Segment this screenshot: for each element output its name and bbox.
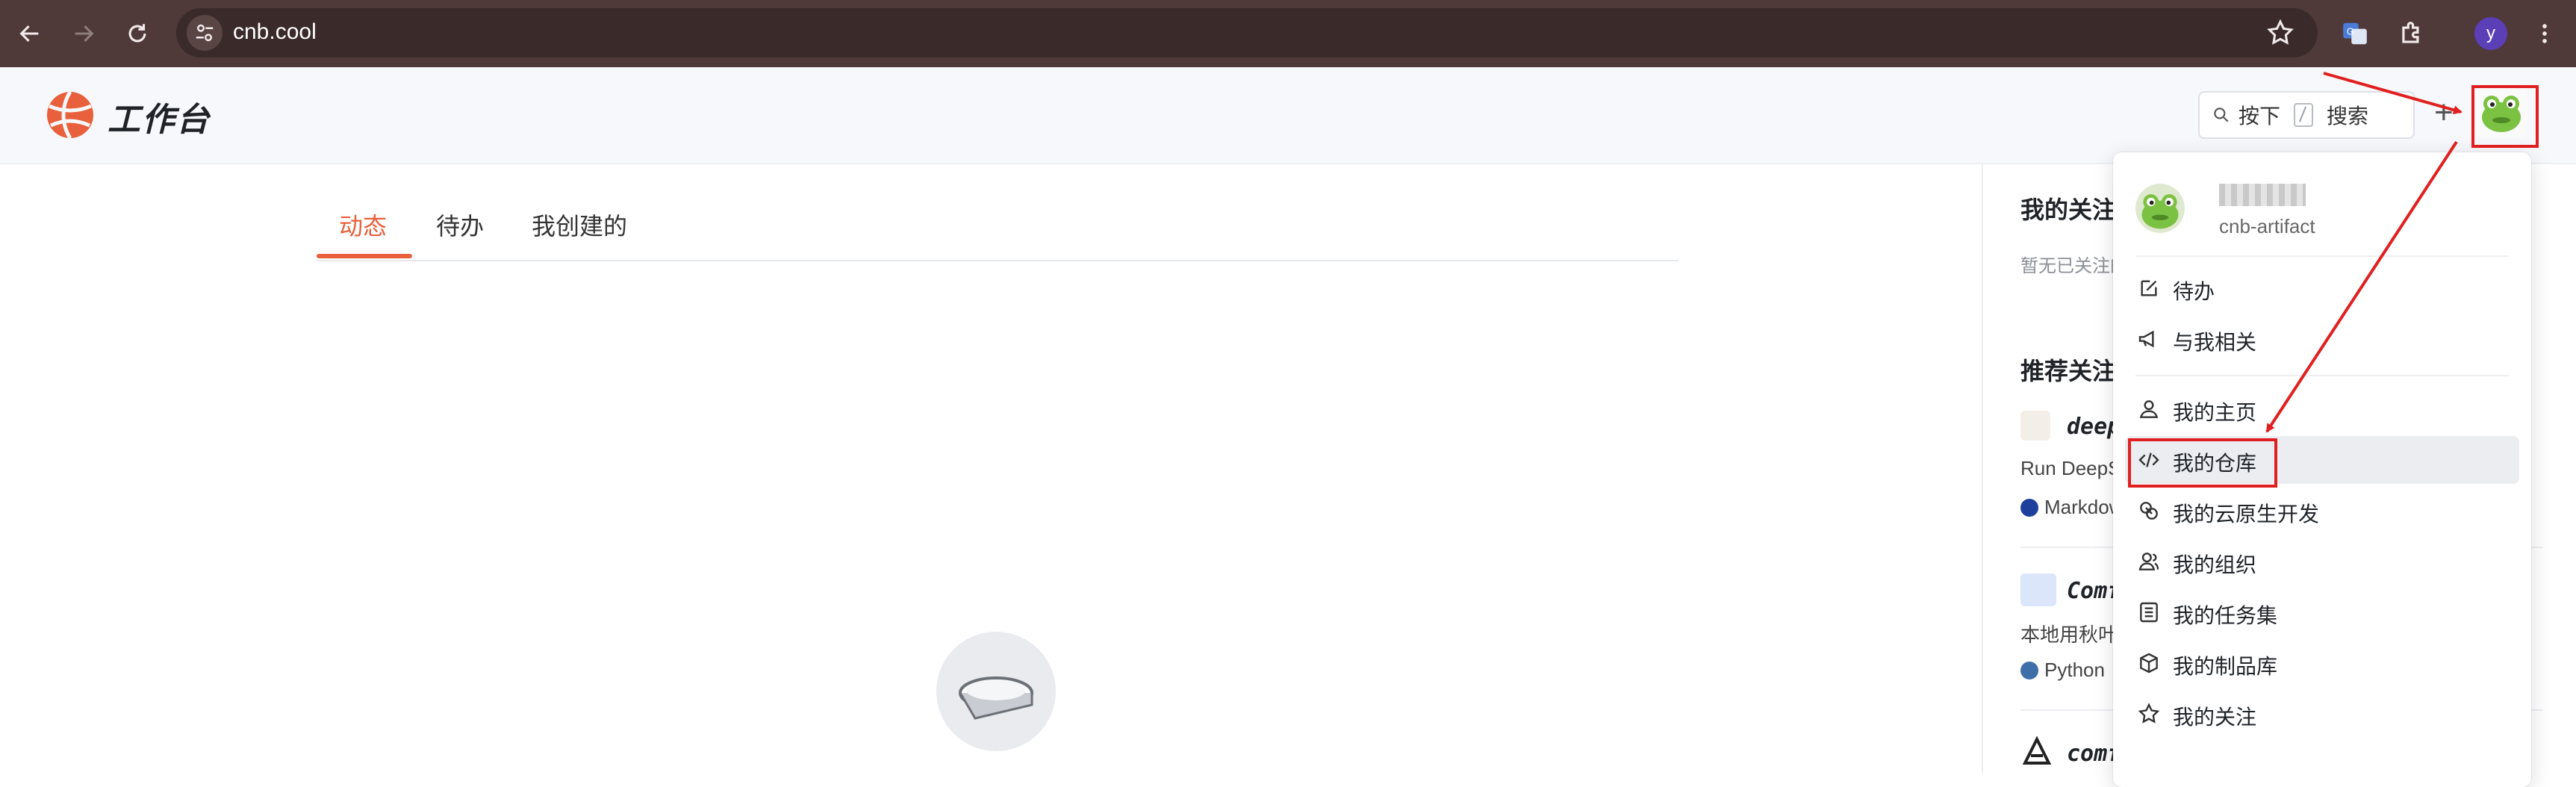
more-icon[interactable] — [2527, 16, 2563, 52]
star-icon — [2138, 703, 2160, 724]
url-text: cnb.cool — [233, 19, 317, 44]
google-translate-icon[interactable]: G — [2337, 16, 2373, 52]
search-prefix-label: 按下 — [2239, 105, 2281, 128]
blurred-username — [2219, 184, 2306, 206]
repo-lang: Python — [2044, 659, 2105, 681]
menu-item-organizations[interactable]: 我的组织 — [2125, 538, 2519, 585]
user-icon — [2139, 400, 2159, 418]
back-button[interactable] — [9, 13, 51, 55]
logo-title[interactable]: 工作台 — [108, 93, 211, 140]
repo-lang: Markdow — [2044, 496, 2124, 518]
following-empty-text: 暂无已关注的 — [2020, 256, 2128, 276]
menu-item-following[interactable]: 我的关注 — [2125, 690, 2519, 738]
recommend-title: 推荐关注 — [2020, 358, 2117, 385]
forward-button[interactable] — [63, 13, 105, 55]
profile-icon[interactable]: y — [2474, 17, 2507, 50]
menu-item-label: 我的云原生开发 — [2173, 503, 2320, 526]
user-handle: cnb-artifact — [2219, 215, 2315, 237]
tab-todo[interactable]: 待办 — [436, 208, 484, 242]
menu-item-label: 与我相关 — [2173, 331, 2257, 354]
annotation-avatar-highlight — [2471, 85, 2539, 148]
create-button[interactable]: + — [2434, 94, 2454, 131]
menu-item-label: 我的制品库 — [2173, 655, 2278, 678]
empty-state-illustration — [936, 632, 1056, 751]
tab-created[interactable]: 我创建的 — [532, 208, 627, 242]
menu-divider — [2135, 255, 2509, 257]
language-dot — [2020, 662, 2038, 679]
menu-item-homepage[interactable]: 我的主页 — [2125, 385, 2519, 433]
menu-divider — [2135, 375, 2509, 376]
user-avatar — [2135, 184, 2185, 233]
reload-button[interactable] — [116, 13, 158, 55]
menu-item-label: 我的组织 — [2173, 553, 2257, 576]
cloud-dev-icon — [2140, 502, 2158, 520]
annotation-menu-highlight — [2128, 438, 2277, 488]
following-title: 我的关注 — [2020, 196, 2117, 223]
megaphone-icon — [2138, 330, 2154, 348]
task-list-icon — [2140, 602, 2158, 623]
org-avatar-icon — [2020, 573, 2056, 606]
menu-item-related[interactable]: 与我相关 — [2125, 315, 2519, 363]
search-icon — [2214, 108, 2229, 122]
bookmark-star-icon[interactable] — [2265, 18, 2295, 48]
tab-activity[interactable]: 动态 — [339, 208, 387, 242]
menu-item-todo[interactable]: 待办 — [2125, 264, 2519, 312]
active-tab-indicator — [317, 254, 412, 258]
search-suffix-label: 搜索 — [2327, 105, 2369, 128]
menu-item-label: 我的关注 — [2173, 706, 2257, 729]
cnb-logo-icon[interactable] — [45, 90, 96, 140]
address-bar[interactable]: cnb.cool — [176, 8, 2318, 57]
site-settings-icon[interactable] — [187, 15, 223, 51]
menu-item-label: 待办 — [2173, 280, 2215, 303]
search-input[interactable]: 按下 搜索 — [2198, 91, 2415, 139]
menu-user-header[interactable]: cnb-artifact — [2135, 179, 2509, 246]
menu-item-label: 我的主页 — [2173, 401, 2257, 424]
repo-avatar — [2020, 411, 2050, 441]
language-dot — [2020, 499, 2038, 517]
main-tabs: 动态 待办 我创建的 — [317, 164, 1679, 261]
repo-avatar — [2020, 735, 2053, 768]
app-header: 工作台 按下 搜索 + — [0, 67, 2576, 164]
forward-icon — [75, 25, 94, 43]
svg-text:G: G — [2347, 27, 2354, 37]
package-icon — [2140, 653, 2158, 674]
repo-desc: Run DeepS — [2020, 457, 2121, 479]
reload-icon — [128, 24, 146, 43]
edit-icon — [2141, 280, 2157, 296]
slash-key-icon — [2294, 103, 2314, 127]
menu-item-artifacts[interactable]: 我的制品库 — [2125, 639, 2519, 687]
browser-toolbar: cnb.cool G y — [0, 0, 2576, 67]
repo-desc: 本地用秋叶 — [2020, 623, 2118, 646]
menu-item-label: 我的任务集 — [2173, 604, 2278, 627]
org-icon — [2138, 553, 2159, 570]
menu-item-cloud-dev[interactable]: 我的云原生开发 — [2125, 487, 2519, 535]
menu-item-task-sets[interactable]: 我的任务集 — [2125, 588, 2519, 636]
back-icon — [19, 25, 39, 43]
extensions-icon[interactable] — [2394, 16, 2430, 52]
